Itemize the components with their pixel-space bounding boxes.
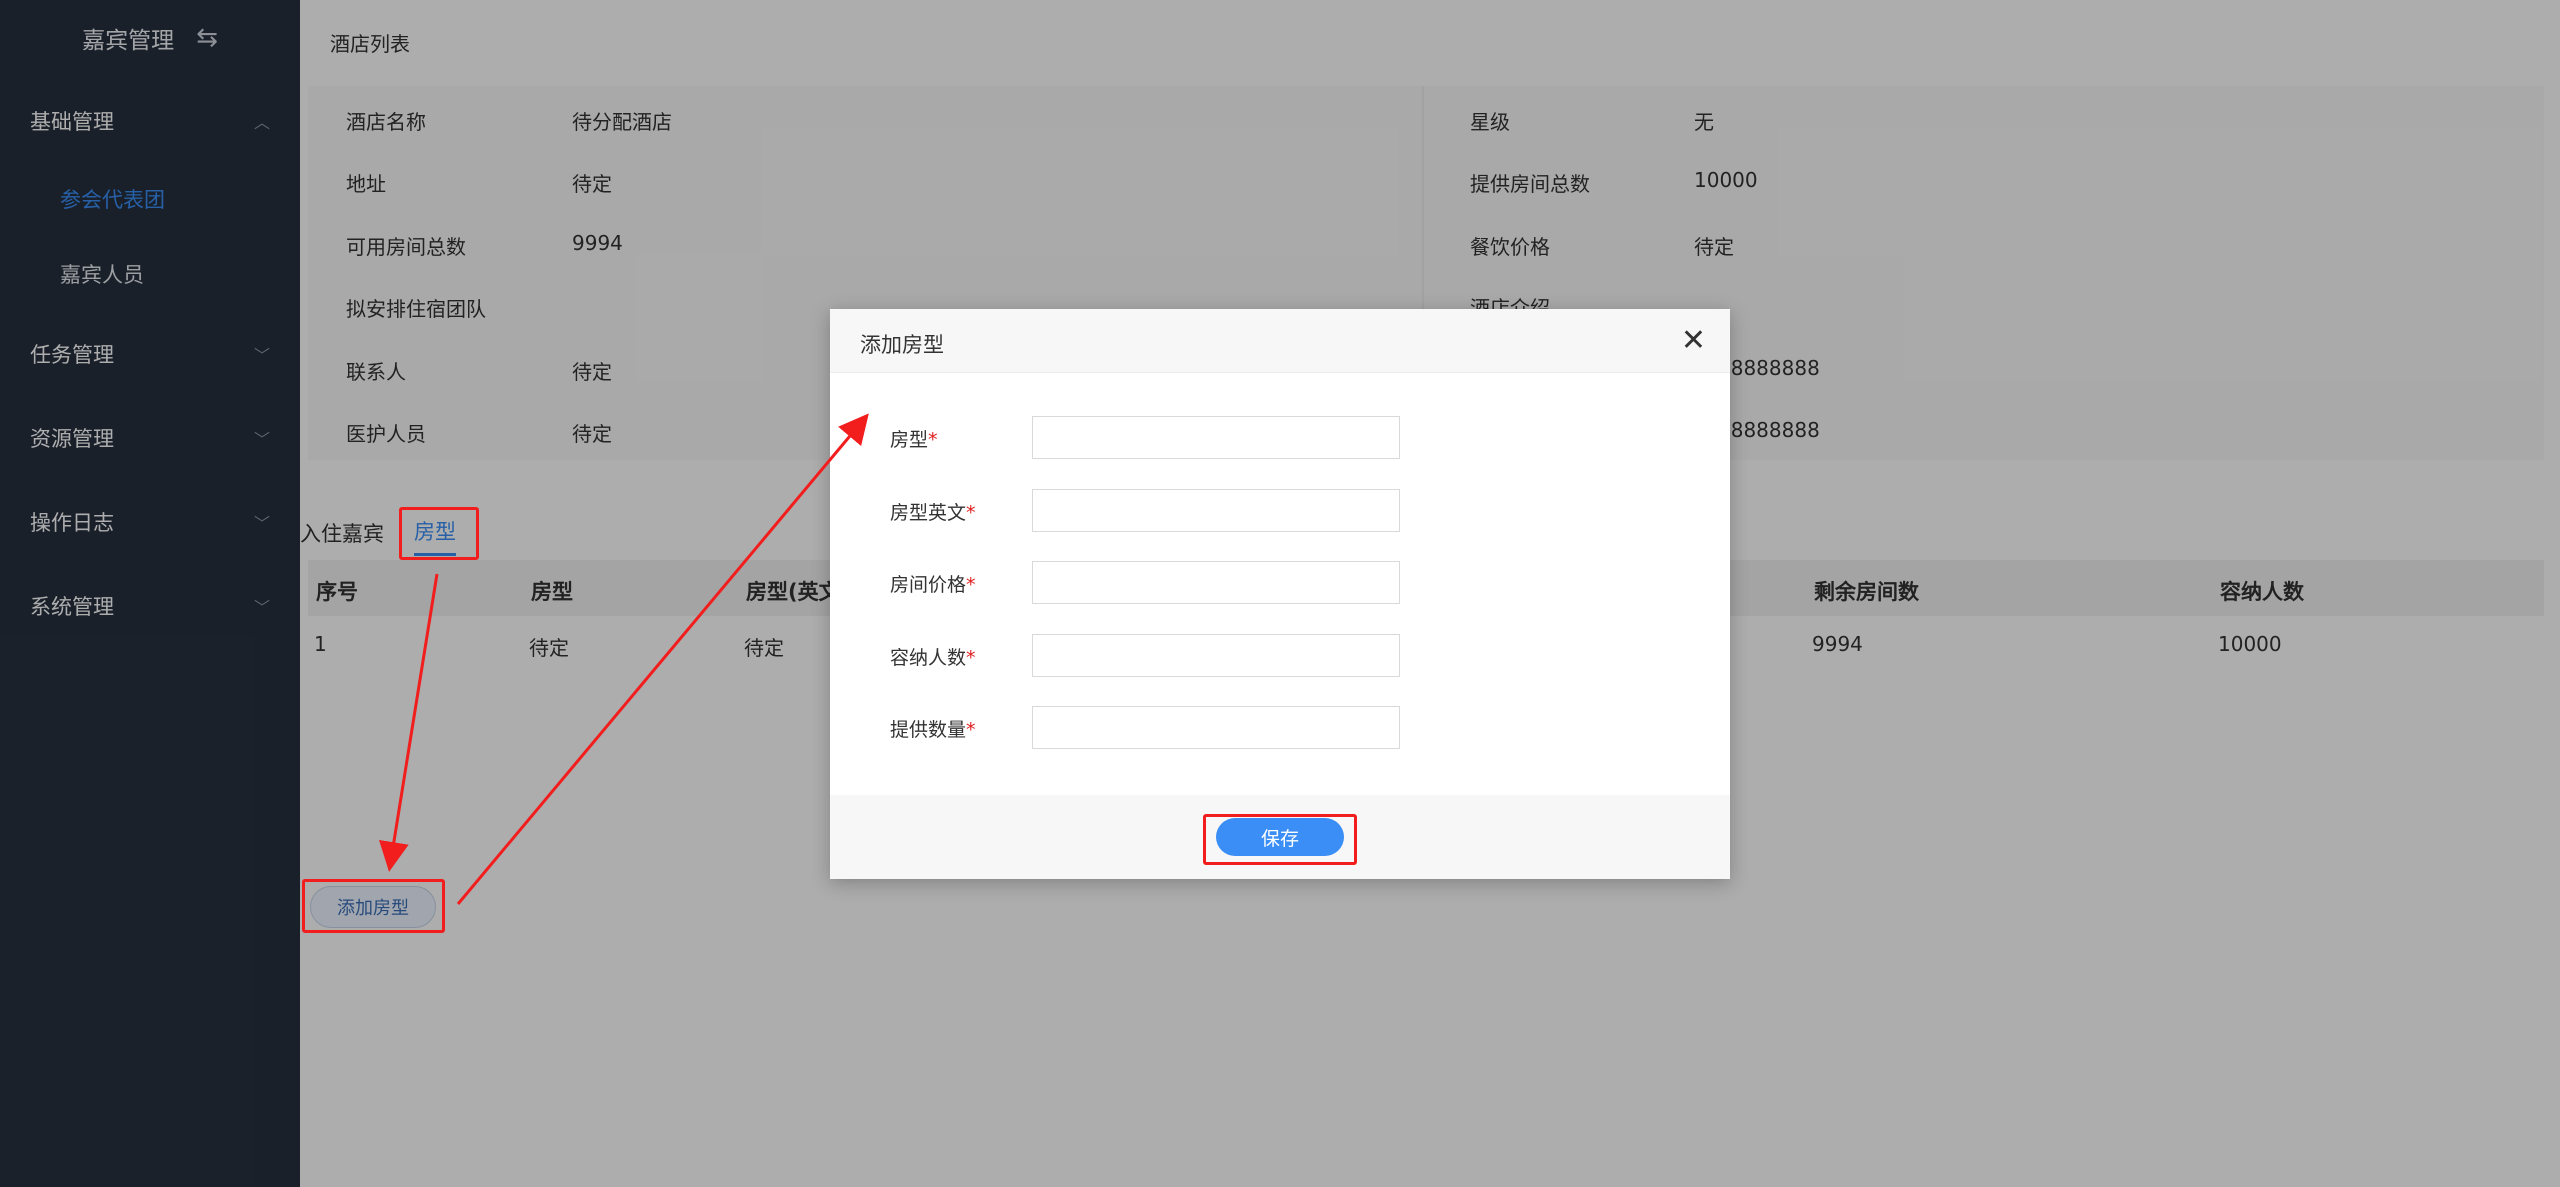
close-icon[interactable]: ✕ <box>1681 323 1706 358</box>
add-room-type-dialog: 添加房型 ✕ 房型* 房型英文* 房间价格* 容纳人数* 提供数量* 保存 <box>830 309 1730 879</box>
required-mark: * <box>966 647 976 669</box>
required-mark: * <box>966 574 976 596</box>
field-label-quantity: 提供数量* <box>890 719 976 741</box>
room-price-input[interactable] <box>1032 561 1400 604</box>
dialog-header <box>830 309 1730 373</box>
dialog-title: 添加房型 <box>860 333 944 357</box>
room-type-english-input[interactable] <box>1032 489 1400 532</box>
field-label-room-type-en: 房型英文* <box>890 502 976 524</box>
quantity-input[interactable] <box>1032 706 1400 749</box>
capacity-input[interactable] <box>1032 634 1400 677</box>
save-button[interactable]: 保存 <box>1216 818 1344 856</box>
field-label-room-type: 房型* <box>890 429 938 451</box>
required-mark: * <box>966 502 976 524</box>
required-mark: * <box>928 429 938 451</box>
room-type-input[interactable] <box>1032 416 1400 459</box>
required-mark: * <box>966 719 976 741</box>
field-label-room-price: 房间价格* <box>890 574 976 596</box>
field-label-capacity: 容纳人数* <box>890 647 976 669</box>
